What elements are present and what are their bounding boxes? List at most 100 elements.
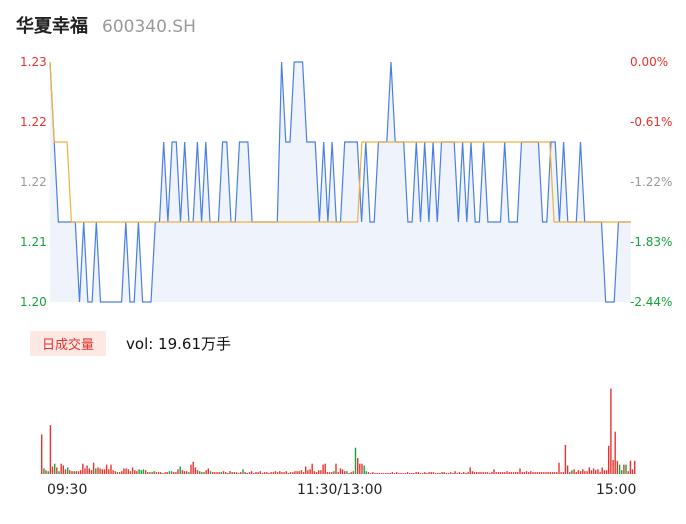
- volume-bar: [441, 472, 443, 474]
- volume-bar: [272, 472, 274, 474]
- volume-bar: [188, 472, 190, 474]
- volume-bar: [590, 470, 593, 474]
- volume-bar: [62, 465, 64, 474]
- volume-bar: [348, 473, 350, 474]
- volume-bar: [175, 472, 177, 474]
- volume-bar: [125, 468, 127, 474]
- volume-bar: [105, 464, 108, 474]
- volume-bar: [614, 431, 616, 474]
- volume-bar: [322, 464, 324, 474]
- volume-bar: [502, 472, 504, 474]
- volume-bar: [454, 471, 456, 474]
- volume-bar: [160, 472, 162, 474]
- volume-bar: [586, 471, 588, 474]
- volume-bar: [302, 472, 305, 474]
- volume-bar: [250, 471, 253, 474]
- volume-bar: [289, 472, 292, 474]
- price-chart: 1.23 1.22 1.22 1.21 1.20 0.00% -0.61% -1…: [20, 55, 672, 309]
- volume-bar: [45, 470, 47, 474]
- volume-bar: [616, 460, 619, 474]
- volume-bar: [603, 470, 606, 474]
- volume-bar: [162, 473, 164, 474]
- volume-bar: [43, 468, 45, 474]
- volume-bar: [64, 469, 67, 474]
- volume-bars: [41, 388, 636, 474]
- volume-bar: [528, 472, 530, 474]
- volume-bar: [149, 472, 151, 474]
- volume-bar: [406, 472, 409, 474]
- volume-bar: [486, 472, 489, 474]
- volume-bar: [51, 466, 54, 474]
- volume-bar: [350, 472, 352, 474]
- volume-bar: [631, 469, 634, 474]
- volume-bar: [545, 472, 547, 474]
- volume-bar: [447, 473, 450, 474]
- volume-bar: [112, 470, 114, 474]
- volume-bar: [67, 467, 69, 474]
- volume-bar: [242, 469, 244, 474]
- volume-bar: [592, 468, 595, 474]
- volume-bar: [424, 472, 426, 474]
- volume-bar: [465, 473, 467, 474]
- volume-bar: [354, 447, 357, 474]
- x-tick-0930: 09:30: [47, 482, 87, 498]
- volume-bar: [478, 472, 480, 474]
- volume-bar: [168, 471, 171, 474]
- volume-bar: [400, 473, 402, 474]
- volume-bar: [216, 472, 218, 474]
- volume-bar: [504, 472, 506, 474]
- volume-bar: [363, 465, 365, 474]
- volume-bar: [543, 472, 545, 474]
- volume-bar: [121, 471, 123, 474]
- volume-bar: [237, 473, 240, 474]
- volume-bar: [144, 470, 147, 474]
- volume-bar: [482, 472, 484, 474]
- stock-code: 600340.SH: [102, 17, 196, 37]
- volume-bar: [190, 464, 192, 474]
- volume-bar: [157, 472, 160, 474]
- volume-bar: [196, 470, 199, 474]
- volume-bar: [413, 473, 415, 474]
- volume-bar: [582, 469, 584, 474]
- volume-bar: [452, 473, 454, 474]
- volume-bar: [428, 472, 430, 474]
- volume-bar: [328, 472, 331, 474]
- volume-bar: [560, 472, 562, 474]
- volume-bar: [517, 472, 519, 474]
- volume-bar: [549, 472, 551, 474]
- volume-bar: [419, 473, 422, 474]
- volume-bar: [229, 471, 231, 474]
- volume-bar: [214, 472, 216, 474]
- volume-bar: [164, 472, 166, 474]
- volume-bar: [84, 468, 86, 474]
- x-tick-1130-1300: 11:30/13:00: [297, 482, 382, 498]
- volume-bar: [69, 470, 71, 474]
- volume-bar: [235, 472, 238, 474]
- volume-bar: [296, 471, 298, 474]
- volume-bar: [558, 462, 560, 474]
- volume-bar: [129, 471, 132, 474]
- volume-bar: [597, 469, 599, 474]
- volume-bar: [103, 469, 106, 474]
- y-tick-left-1: 1.22: [20, 115, 47, 129]
- volume-bar: [469, 467, 471, 474]
- y-tick-right-3: -1.83%: [630, 235, 672, 249]
- volume-bar: [142, 469, 145, 474]
- volume-bar: [623, 464, 625, 474]
- x-tick-1500: 15:00: [596, 482, 636, 498]
- daily-volume-tab[interactable]: 日成交量: [30, 331, 107, 356]
- volume-bar: [352, 471, 354, 474]
- volume-bar: [575, 472, 577, 474]
- volume-bar: [246, 473, 248, 474]
- volume-bar: [556, 472, 558, 474]
- volume-bar: [192, 461, 194, 474]
- volume-bar: [287, 473, 290, 474]
- volume-bar: [257, 472, 259, 474]
- volume-bar: [601, 467, 603, 474]
- volume-bar: [151, 472, 153, 474]
- volume-bar: [305, 466, 307, 474]
- volume-bar: [315, 472, 318, 474]
- volume-bar: [432, 472, 435, 474]
- volume-header: 日成交量 vol: 19.61万手: [30, 331, 231, 356]
- volume-bar: [292, 472, 294, 474]
